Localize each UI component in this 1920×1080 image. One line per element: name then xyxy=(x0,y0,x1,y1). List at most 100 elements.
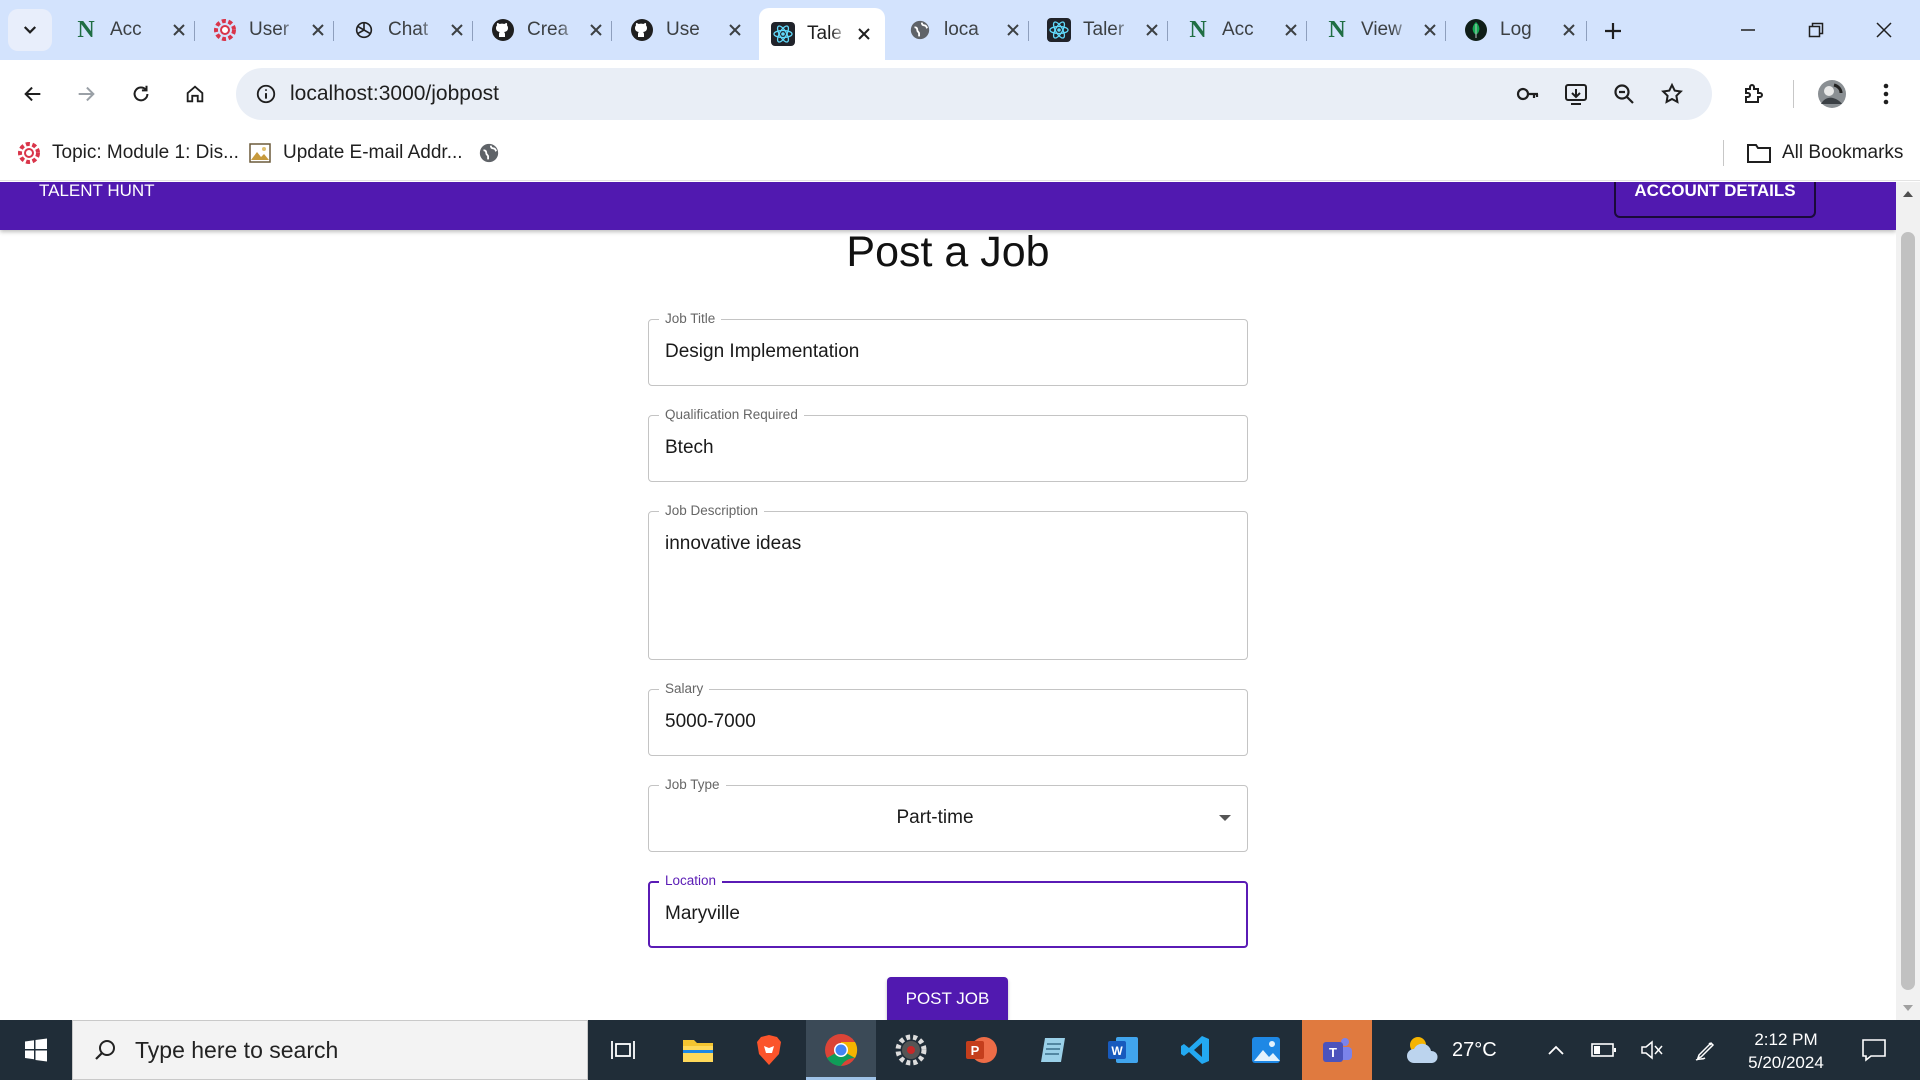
location-label: Location xyxy=(659,873,723,889)
location-input[interactable]: Maryville xyxy=(665,903,740,925)
teams-icon: T xyxy=(1323,1038,1352,1062)
tab-separator xyxy=(1167,21,1168,41)
close-icon[interactable] xyxy=(1558,19,1580,41)
bookmark-item[interactable] xyxy=(476,137,512,169)
weather-temperature: 27°C xyxy=(1452,1038,1497,1061)
photos-app[interactable] xyxy=(1231,1020,1301,1080)
svg-text:T: T xyxy=(1329,1045,1337,1060)
dropdown-caret-icon[interactable] xyxy=(1219,815,1231,821)
close-icon[interactable] xyxy=(168,19,190,41)
all-bookmarks-button[interactable]: All Bookmarks xyxy=(1746,137,1903,169)
notification-center-button[interactable] xyxy=(1848,1020,1900,1080)
browser-toolbar: localhost:3000/jobpost xyxy=(0,60,1920,128)
address-bar[interactable]: localhost:3000/jobpost xyxy=(236,68,1712,120)
job-type-select[interactable]: Job Type Part-time xyxy=(648,777,1248,852)
bookmark-star-icon[interactable] xyxy=(1654,76,1690,112)
scroll-up-arrow-icon[interactable] xyxy=(1896,186,1920,202)
task-view-button[interactable] xyxy=(588,1020,658,1080)
browser-tab[interactable]: loca xyxy=(896,10,1034,50)
tab-title: Taler xyxy=(1083,19,1125,40)
bookmark-item[interactable]: Update E-mail Addr... xyxy=(247,137,463,169)
browser-tab[interactable]: User xyxy=(201,10,339,50)
volume-indicator[interactable] xyxy=(1632,1020,1672,1080)
scroll-down-arrow-icon[interactable] xyxy=(1896,1000,1920,1016)
scrollbar-thumb[interactable] xyxy=(1901,232,1915,990)
forward-button[interactable] xyxy=(64,72,108,116)
browser-tab-active[interactable]: Tale xyxy=(759,8,885,60)
browser-tab[interactable]: N View xyxy=(1313,10,1451,50)
gear-red-icon xyxy=(16,140,42,166)
taskbar-clock[interactable]: 2:12 PM 5/20/2024 xyxy=(1738,1028,1834,1074)
bookmark-item[interactable]: Topic: Module 1: Dis... xyxy=(16,137,239,169)
close-icon[interactable] xyxy=(1419,19,1441,41)
browser-menu-button[interactable] xyxy=(1864,72,1908,116)
close-window-button[interactable] xyxy=(1862,8,1906,52)
browser-tab[interactable]: Crea xyxy=(479,10,617,50)
brave-browser-app[interactable] xyxy=(734,1020,804,1080)
close-icon[interactable] xyxy=(1280,19,1302,41)
job-type-value[interactable]: Part-time xyxy=(649,807,1221,829)
password-key-icon[interactable] xyxy=(1510,76,1546,112)
home-button[interactable] xyxy=(173,72,217,116)
word-app[interactable]: W xyxy=(1088,1020,1158,1080)
notion-n-icon: N xyxy=(1189,17,1207,43)
browser-tab[interactable]: Chat xyxy=(340,10,478,50)
close-icon[interactable] xyxy=(1002,19,1024,41)
job-description-field[interactable]: Job Description innovative ideas xyxy=(648,503,1248,660)
volume-muted-icon xyxy=(1641,1040,1663,1060)
gear-icon xyxy=(895,1034,927,1066)
browser-tab[interactable]: N Acc xyxy=(62,10,200,50)
settings-app[interactable] xyxy=(876,1020,946,1080)
close-icon[interactable] xyxy=(307,19,329,41)
back-button[interactable] xyxy=(11,72,55,116)
extensions-button[interactable] xyxy=(1731,72,1775,116)
brand-logo-text[interactable]: TALENT HUNT xyxy=(39,182,155,200)
battery-indicator[interactable] xyxy=(1584,1020,1624,1080)
account-details-button[interactable]: ACCOUNT DETAILS xyxy=(1614,182,1816,218)
post-job-button[interactable]: POST JOB xyxy=(887,977,1008,1020)
tab-title: Chat xyxy=(388,19,429,40)
salary-input[interactable]: 5000-7000 xyxy=(665,711,756,733)
powerpoint-app[interactable]: P xyxy=(946,1020,1016,1080)
vscode-app[interactable] xyxy=(1160,1020,1230,1080)
pen-indicator[interactable] xyxy=(1686,1020,1726,1080)
close-icon[interactable] xyxy=(853,23,875,45)
job-description-textarea[interactable]: innovative ideas xyxy=(665,533,801,555)
close-icon[interactable] xyxy=(585,19,607,41)
close-icon[interactable] xyxy=(446,19,468,41)
teams-app[interactable]: T xyxy=(1302,1020,1372,1080)
qualification-field[interactable]: Qualification Required Btech xyxy=(648,407,1248,482)
file-explorer-app[interactable] xyxy=(663,1020,733,1080)
notepad-app[interactable] xyxy=(1018,1020,1088,1080)
salary-field[interactable]: Salary 5000-7000 xyxy=(648,681,1248,756)
restore-button[interactable] xyxy=(1794,8,1838,52)
job-title-input[interactable]: Design Implementation xyxy=(665,341,859,363)
show-hidden-icons-button[interactable] xyxy=(1536,1020,1576,1080)
location-field[interactable]: Location Maryville xyxy=(648,873,1248,948)
browser-tab[interactable]: Use xyxy=(618,10,756,50)
close-icon[interactable] xyxy=(724,19,746,41)
reload-button[interactable] xyxy=(119,72,163,116)
tab-search-button[interactable] xyxy=(8,9,52,51)
minimize-button[interactable] xyxy=(1726,8,1770,52)
start-button[interactable] xyxy=(0,1020,72,1080)
notification-icon xyxy=(1862,1039,1886,1062)
qualification-input[interactable]: Btech xyxy=(665,437,714,459)
zoom-icon[interactable] xyxy=(1606,76,1642,112)
page-scrollbar[interactable] xyxy=(1896,182,1920,1020)
weather-widget[interactable]: 27°C xyxy=(1404,1020,1497,1080)
browser-tab[interactable]: Log xyxy=(1452,10,1590,50)
photos-icon xyxy=(1252,1037,1280,1063)
browser-tab[interactable]: N Acc xyxy=(1174,10,1312,50)
browser-tab[interactable]: Taler xyxy=(1035,10,1173,50)
install-app-icon[interactable] xyxy=(1558,76,1594,112)
new-tab-button[interactable] xyxy=(1596,14,1630,48)
taskbar-search-box[interactable]: Type here to search xyxy=(72,1020,588,1080)
site-info-icon[interactable] xyxy=(248,76,284,112)
svg-text:P: P xyxy=(971,1043,980,1058)
bookmark-label: Update E-mail Addr... xyxy=(283,142,463,163)
job-title-field[interactable]: Job Title Design Implementation xyxy=(648,311,1248,386)
chrome-app-active[interactable] xyxy=(806,1020,876,1080)
close-icon[interactable] xyxy=(1141,19,1163,41)
profile-avatar-button[interactable] xyxy=(1810,72,1854,116)
